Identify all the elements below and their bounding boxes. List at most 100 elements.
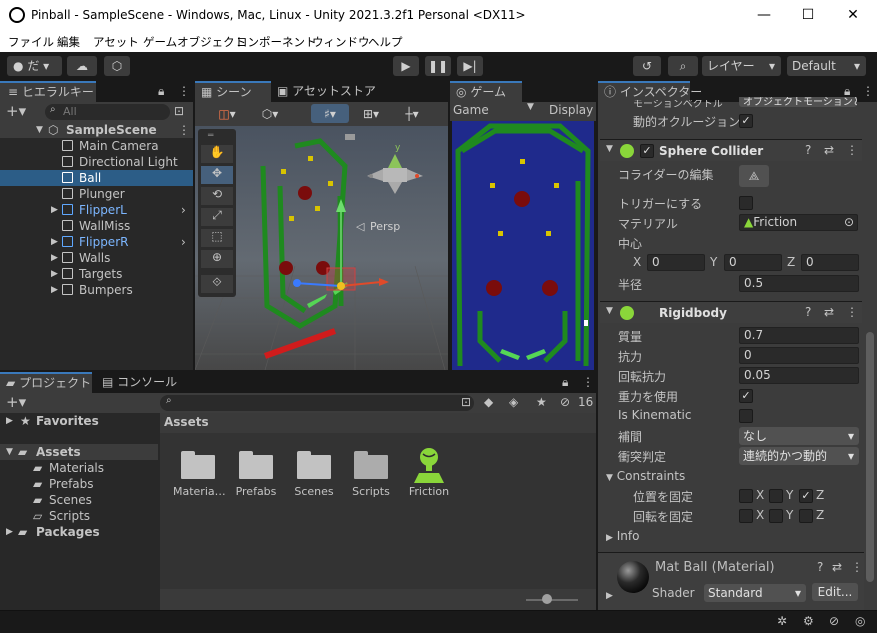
draw-mode-button[interactable]: ◫▾ — [209, 104, 245, 123]
freeze-position-x-checkbox[interactable] — [739, 489, 753, 503]
lock-icon[interactable]: 🔒︎ — [562, 375, 568, 390]
use-gravity-checkbox[interactable]: ✓ — [739, 389, 753, 403]
shader-dropdown[interactable]: Standard ▾ — [704, 584, 806, 602]
freeze-position-z-checkbox[interactable]: ✓ — [799, 489, 813, 503]
info-row[interactable]: ▶ Info — [606, 529, 639, 543]
kebab-menu-icon[interactable]: ⋮ — [178, 84, 190, 98]
hidden-eye-icon[interactable]: ⊘ — [560, 395, 570, 409]
gizmo-toggle-button[interactable]: ♯▾ — [311, 104, 349, 123]
tab-asset-store[interactable]: ▣ アセットストア — [273, 81, 383, 102]
center-y-field[interactable]: 0 — [724, 254, 782, 271]
zoom-slider-handle[interactable] — [542, 594, 552, 604]
history-button[interactable]: ↺ — [633, 56, 661, 76]
scrollbar-thumb[interactable] — [866, 332, 874, 582]
constraints-row[interactable]: ▼ Constraints — [606, 469, 685, 483]
add-icon[interactable]: +▾ — [6, 393, 26, 411]
transform-tool-button[interactable]: ⊕ — [201, 250, 233, 268]
menu-component[interactable]: コンポーネント — [236, 34, 317, 50]
minimize-button[interactable]: — — [752, 4, 776, 26]
kebab-menu-icon[interactable]: ⋮ — [846, 305, 858, 319]
help-icon[interactable]: ? — [805, 305, 811, 319]
expand-arrow-icon[interactable]: ▶ — [51, 234, 58, 250]
scale-tool-button[interactable]: ⤢ — [201, 208, 233, 226]
type-filter-icon[interactable]: ◆ — [484, 395, 493, 409]
freeze-rotation-z-checkbox[interactable] — [799, 509, 813, 523]
drag-field[interactable]: 0 — [739, 347, 859, 364]
preset-icon[interactable]: ⇄ — [824, 143, 834, 157]
folder-item[interactable]: ▰ Scenes — [0, 492, 158, 508]
hierarchy-item[interactable]: ▶ FlipperL › — [0, 202, 193, 218]
account-button[interactable]: ● だ ▾ — [7, 56, 62, 76]
asset-item[interactable]: Scripts — [346, 451, 396, 498]
material-object-field[interactable]: ▲Friction ⊙ — [739, 214, 858, 231]
packages-row[interactable]: ▶ ▰ Packages — [0, 524, 158, 540]
expand-arrow-icon[interactable]: ▼ — [606, 144, 613, 154]
inspector-scrollbar[interactable] — [864, 102, 876, 610]
interpolate-dropdown[interactable]: なし ▾ — [739, 427, 859, 445]
sphere-collider-header[interactable]: ▼ ✓ Sphere Collider ? ⇄ ⋮ — [600, 139, 862, 161]
add-icon[interactable]: +▾ — [6, 102, 26, 120]
favorites-row[interactable]: ▶ ★ Favorites — [0, 413, 158, 429]
dynamic-occlusion-checkbox[interactable]: ✓ — [739, 114, 753, 128]
game-mode-dropdown[interactable]: Game — [453, 103, 489, 117]
step-button[interactable]: ▶| — [457, 56, 483, 76]
tab-project[interactable]: ▰ プロジェクト — [0, 372, 92, 393]
scene-row[interactable]: ▼ ⬡ SampleScene ⋮ — [0, 122, 193, 138]
menu-window[interactable]: ウィンドウ — [312, 34, 370, 50]
edit-collider-button[interactable]: ⟁ — [739, 165, 769, 187]
folder-item[interactable]: ▰ Prefabs — [0, 476, 158, 492]
is-kinematic-checkbox[interactable] — [739, 409, 753, 423]
layout-dropdown[interactable]: Default ▾ — [787, 56, 866, 76]
hierarchy-item-selected[interactable]: Ball — [0, 170, 193, 186]
kebab-menu-icon[interactable]: ⋮ — [582, 375, 594, 389]
maximize-button[interactable]: ☐ — [796, 4, 820, 26]
expand-arrow-icon[interactable]: ▶ — [51, 266, 58, 282]
favorite-star-icon[interactable]: ★ — [536, 395, 547, 409]
persp-label[interactable]: Persp — [370, 220, 400, 233]
tab-inspector[interactable]: ⓘ インスペクター — [598, 81, 702, 102]
radius-field[interactable]: 0.5 — [739, 275, 859, 292]
tab-scene[interactable]: ▦ シーン — [195, 81, 271, 102]
game-viewport[interactable] — [450, 121, 596, 370]
expand-arrow-icon[interactable]: ▶ — [606, 591, 613, 601]
lock-icon[interactable]: 🔒︎ — [844, 84, 850, 99]
hierarchy-item[interactable]: WallMiss — [0, 218, 193, 234]
move-tool-button[interactable]: ✥ — [201, 166, 233, 184]
rect-tool-button[interactable]: ⬚ — [201, 229, 233, 247]
hierarchy-item[interactable]: Directional Light — [0, 154, 193, 170]
bug-icon[interactable]: ✲ — [777, 614, 787, 628]
progress-icon[interactable]: ⚙ — [803, 614, 814, 628]
tab-hierarchy[interactable]: ≡ ヒエラルキー — [0, 81, 96, 102]
edit-shader-button[interactable]: Edit... — [812, 583, 858, 601]
folder-item[interactable]: ▰ Materials — [0, 460, 158, 476]
freeze-position-y-checkbox[interactable] — [769, 489, 783, 503]
project-search-input[interactable]: ⌕ — [160, 395, 474, 411]
layers-dropdown[interactable]: レイヤー ▾ — [702, 56, 781, 76]
lock-icon[interactable]: 🔒︎ — [158, 84, 164, 99]
freeze-rotation-x-checkbox[interactable] — [739, 509, 753, 523]
cloud-button[interactable]: ☁ — [67, 56, 97, 76]
expand-arrow-icon[interactable]: ▶ — [51, 202, 58, 218]
help-icon[interactable]: ? — [817, 560, 823, 574]
chevron-right-icon[interactable]: › — [181, 202, 186, 218]
hierarchy-item[interactable]: Main Camera — [0, 138, 193, 154]
hierarchy-search-input[interactable]: ⌕ All — [45, 104, 170, 120]
filter-icon[interactable]: ⊡ — [174, 104, 184, 118]
pause-button[interactable]: ❚❚ — [425, 56, 451, 76]
folder-item[interactable]: ▱ Scripts — [0, 508, 158, 524]
hierarchy-item[interactable]: ▶ Targets — [0, 266, 193, 282]
kebab-menu-icon[interactable]: ⋮ — [846, 143, 858, 157]
sphere-collider-enabled-checkbox[interactable]: ✓ — [640, 144, 654, 158]
tab-game[interactable]: ◎ ゲーム — [450, 81, 522, 102]
center-x-field[interactable]: 0 — [647, 254, 705, 271]
snap-button[interactable]: ⊞▾ — [353, 104, 389, 123]
preset-icon[interactable]: ⇄ — [824, 305, 834, 319]
kebab-menu-icon[interactable]: ⋮ — [178, 122, 190, 138]
breadcrumb-assets[interactable]: Assets — [164, 415, 209, 429]
expand-arrow-icon[interactable]: ▶ — [51, 250, 58, 266]
freeze-rotation-y-checkbox[interactable] — [769, 509, 783, 523]
help-icon[interactable]: ? — [805, 143, 811, 157]
render-mode-button[interactable]: ⬡▾ — [251, 104, 289, 123]
menu-gameobject[interactable]: ゲームオブジェクト — [143, 34, 246, 50]
filter-icon[interactable]: ⊡ — [461, 395, 471, 409]
